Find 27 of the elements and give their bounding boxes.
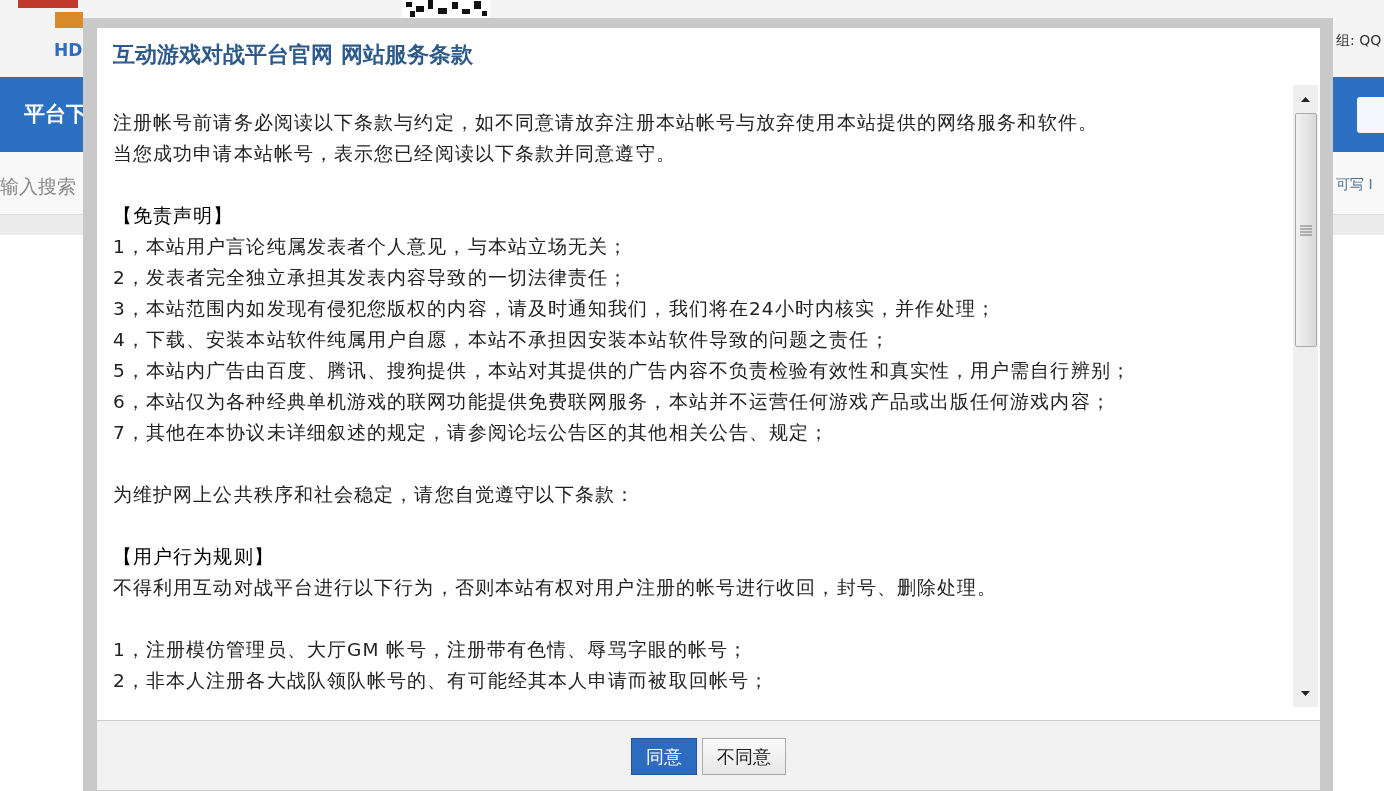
hint-text: 可写 I xyxy=(1336,175,1373,194)
section-heading: 【用户行为规则】 xyxy=(113,545,275,569)
terms-text: 2，发表者完全独立承担其发表内容导致的一切法律责任； xyxy=(113,266,630,290)
scroll-thumb[interactable] xyxy=(1294,113,1317,347)
scrollbar[interactable] xyxy=(1293,85,1318,707)
header-text: 组: QQ xyxy=(1336,31,1382,50)
terms-text: 7，其他在本协议未详细叙述的规定，请参阅论坛公告区的其他相关公告、规定； xyxy=(113,421,831,445)
disagree-button[interactable]: 不同意 xyxy=(702,738,786,775)
scroll-down-icon[interactable] xyxy=(1301,690,1310,696)
grip-icon xyxy=(1299,224,1312,236)
terms-text: 1，本站用户言论纯属发表者个人意见，与本站立场无关； xyxy=(113,235,630,259)
terms-text: 当您成功申请本站帐号，表示您已经阅读以下条款并同意遵守。 xyxy=(113,142,677,166)
terms-text: 2，非本人注册各大战队领队帐号的、有可能经其本人申请而被取回帐号； xyxy=(113,669,771,693)
terms-text: 5，本站内广告由百度、腾讯、搜狗提供，本站对其提供的广告内容不负责检验有效性和真实性，用户需自行辨别； xyxy=(113,359,1132,383)
agree-button[interactable]: 同意 xyxy=(631,738,697,775)
terms-text: 注册帐号前请务必阅读以下条款与约定，如不同意请放弃注册本站帐号与放弃使用本站提供的网络服务和软件。 xyxy=(113,111,1099,135)
terms-text: 不得利用互动对战平台进行以下行为，否则本站有权对用户注册的帐号进行收回，封号、删除处理。 xyxy=(113,576,999,600)
terms-text: 6，本站仅为各种经典单机游戏的联网功能提供免费联网服务，本站并不运营任何游戏产品或出版任何游戏内容； xyxy=(113,390,1112,414)
logo-drawing: HD xyxy=(10,0,83,62)
scroll-up-icon[interactable] xyxy=(1301,96,1310,102)
section-heading: 【免责声明】 xyxy=(113,204,235,228)
terms-text: 4，下载、安装本站软件纯属用户自愿，本站不承担因安装本站软件导致的问题之责任； xyxy=(113,328,891,352)
dialog-title: 互动游戏对战平台官网 网站服务条款 xyxy=(112,41,474,69)
terms-text: 3，本站范围内如发现有侵犯您版权的内容，请及时通知我们，我们将在24小时内核实，并作处理； xyxy=(113,297,997,321)
terms-text: 为维护网上公共秩序和社会稳定，请您自觉遵守以下条款： xyxy=(113,483,637,507)
terms-text: 1，注册模仿管理员、大厅GM 帐号，注册带有色情、辱骂字眼的帐号； xyxy=(113,638,750,662)
search-field[interactable]: 输入搜索 xyxy=(0,172,83,201)
